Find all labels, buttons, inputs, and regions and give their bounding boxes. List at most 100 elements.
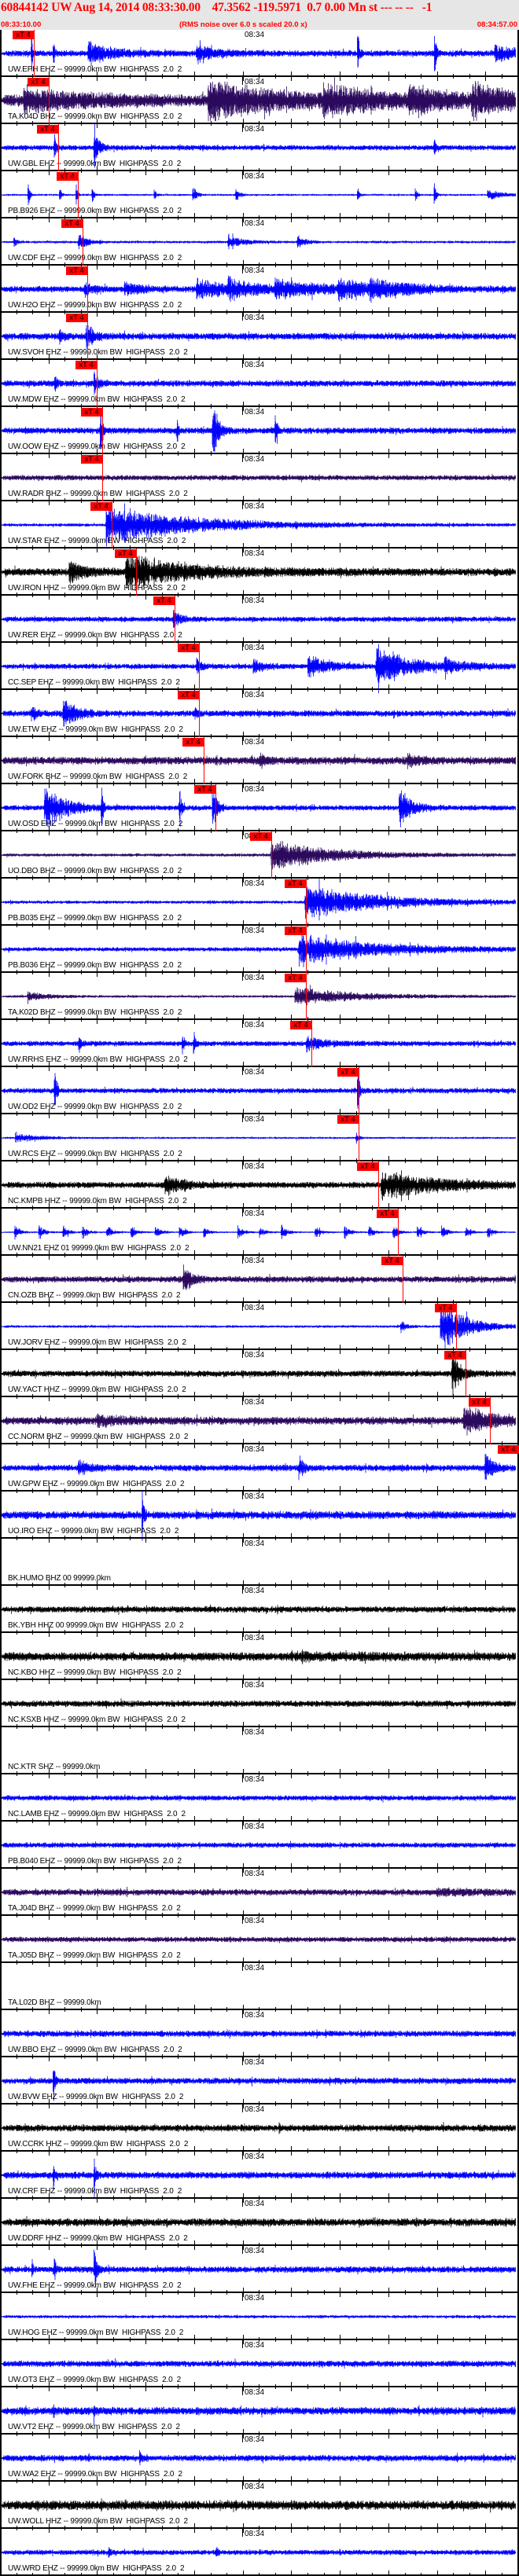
phase-pick-flag[interactable]: xT 4 [250,832,271,841]
station-label: UW.H2O EHZ -- 99999.0km BW HIGHPASS 2.0 … [8,301,182,310]
phase-pick-flag[interactable]: xT 4 [153,596,175,605]
start-time: 08:33:10.00 [1,20,42,29]
minute-label: 08:34 [245,1492,265,1501]
station-label: BK.HUMO BHZ 00 99999.0km [8,1574,111,1583]
phase-pick-line[interactable] [87,266,88,313]
station-label: PB.B036 EHZ -- 99999.0km BW HIGHPASS 2.0… [8,961,182,970]
trace-panel: 08:34 UW.MDW EHZ -- 99999.0km BW HIGHPASS… [0,360,519,415]
phase-pick-flag[interactable]: xT 4 [381,1257,403,1265]
phase-pick-line[interactable] [271,831,272,879]
phase-pick-line[interactable] [456,1303,457,1350]
waveform [1,183,516,205]
trace-panel: 08:34 BK.HUMO BHZ 00 99999.0km [0,1539,519,1594]
phase-pick-flag[interactable]: xT 4 [285,879,306,888]
phase-pick-flag[interactable]: xT 4 [469,1398,490,1407]
phase-pick-flag[interactable]: xT 4 [57,172,78,181]
station-label: UW.FORK BHZ -- 99999.0km BW HIGHPASS 2.0… [8,772,188,781]
phase-pick-flag[interactable]: xT 4 [66,314,87,322]
station-label: TA.K02D BHZ -- 99999.0km BW HIGHPASS 2.0… [8,1008,182,1017]
station-label: CC.NORM BHZ -- 99999.0km BW HIGHPASS 2.0… [8,1433,189,1441]
station-label: UW.HOG EHZ -- 99999.0km BW HIGHPASS 2.0 … [8,2328,184,2337]
waveform [1,700,516,727]
phase-pick-line[interactable] [490,1397,491,1444]
phase-pick-line[interactable] [306,879,307,926]
minute-label: 08:34 [245,2247,265,2255]
phase-pick-flag[interactable]: xT 4 [66,266,87,275]
station-label: TA.J04D BHZ -- 99999.0km BW HIGHPASS 2.0… [8,1904,181,1913]
station-label: UW.CCRK HHZ -- 99999.0km BW HIGHPASS 2.0… [8,2140,189,2149]
station-label: NC.LAMB EHZ -- 99999.0km BW HIGHPASS 2.0… [8,1810,186,1818]
phase-pick-line[interactable] [199,643,200,690]
phase-pick-flag[interactable]: xT 4 [498,1445,519,1454]
event-header: 60844142 UW Aug 14, 2014 08:33:30.00 47.… [0,0,519,30]
phase-pick-flag[interactable]: xT 4 [337,1068,359,1077]
phase-pick-flag[interactable]: xT 4 [337,1115,359,1124]
station-label: UW.JORV EHZ -- 99999.0km BW HIGHPASS 2.0… [8,1338,186,1347]
phase-pick-flag[interactable]: xT 4 [178,691,199,699]
station-label: CN.OZB BHZ -- 99999.0km BW HIGHPASS 2.0 … [8,1291,181,1300]
minute-label: 08:34 [245,644,265,652]
phase-pick-line[interactable] [97,360,98,407]
phase-pick-line[interactable] [136,549,137,596]
station-label: UW.DDRF HHZ -- 99999.0km BW HIGHPASS 2.0… [8,2234,188,2243]
phase-pick-line[interactable] [306,973,307,1020]
trace-panel: 08:34 UW.H2O EHZ -- 99999.0km BW HIGHPASS… [0,266,519,321]
station-label: UW.OD2 EHZ -- 99999.0km BW HIGHPASS 2.0 … [8,1103,182,1111]
phase-pick-flag[interactable]: xT 4 [75,361,97,369]
phase-pick-flag[interactable]: xT 4 [285,974,306,982]
trace-panel: 08:34 UW.BBO EHZ -- 99999.0km BW HIGHPASS… [0,2010,519,2065]
phase-pick-flag[interactable]: xT 4 [81,408,102,416]
minute-label: 08:34 [245,31,265,39]
phase-pick-flag[interactable]: xT 4 [81,455,102,464]
phase-pick-line[interactable] [78,171,79,218]
phase-pick-flag[interactable]: xT 4 [290,1021,311,1029]
phase-pick-flag[interactable]: xT 4 [178,644,199,652]
trace-panel: 08:34 UW.CDF EHZ -- 99999.0km BW HIGHPASS… [0,218,519,273]
trace-panel: 08:34 NC.LAMB EHZ -- 99999.0km BW HIGHPAS… [0,1774,519,1829]
phase-pick-flag[interactable]: xT 4 [90,502,112,511]
trace-panel: 08:34 PB.B035 EHZ -- 99999.0km BW HIGHPAS… [0,879,519,934]
phase-pick-line[interactable] [49,77,50,124]
phase-pick-line[interactable] [34,30,35,77]
phase-pick-line[interactable] [87,313,88,360]
phase-pick-flag[interactable]: xT 4 [435,1304,456,1312]
trace-panel: 08:34 UW.CCRK HHZ -- 99999.0km BW HIGHPAS… [0,2104,519,2160]
minute-label: 08:34 [245,691,265,699]
phase-pick-flag[interactable]: xT 4 [182,738,204,747]
phase-pick-flag[interactable]: xT 4 [28,78,49,86]
phase-pick-flag[interactable]: xT 4 [61,219,83,228]
minute-label: 08:34 [245,1728,265,1737]
phase-pick-line[interactable] [378,1161,379,1209]
phase-pick-line[interactable] [311,1020,312,1067]
phase-pick-flag[interactable]: xT 4 [285,927,306,935]
phase-pick-line[interactable] [102,454,103,501]
trace-panel: 08:34 UW.WOLL HHZ -- 99999.0km BW HIGHPAS… [0,2482,519,2537]
trace-panel: 08:34 PB.B040 EHZ -- 99999.0km BW HIGHPAS… [0,1822,519,1877]
end-time: 08:34:57.00 [477,20,517,29]
minute-label: 08:34 [245,1775,265,1784]
minute-label: 08:34 [245,974,265,982]
phase-pick-flag[interactable]: xT 4 [377,1209,398,1218]
waveform [1,1407,516,1436]
phase-pick-flag[interactable]: xT 4 [357,1162,378,1171]
phase-pick-flag[interactable]: xT 4 [194,785,215,794]
phase-pick-line[interactable] [215,784,216,831]
trace-panel: 08:34 UW.WRD EHZ -- 99999.0km BW HIGHPASS… [0,2529,519,2576]
phase-pick-line[interactable] [398,1209,399,1256]
station-label: UW.OOW EHZ -- 99999.0km BW HIGHPASS 2.0 … [8,442,186,451]
station-label: UW.STAR EHZ -- 99999.0km BW HIGHPASS 2.0… [8,537,186,545]
phase-pick-flag[interactable]: xT 4 [37,125,58,134]
trace-panel: 08:34 UW.CRF EHZ -- 99999.0km BW HIGHPASS… [0,2152,519,2207]
station-label: NC.KMPB HHZ -- 99999.0km BW HIGHPASS 2.0… [8,1197,187,1205]
trace-panel: 08:34 UW.JORV EHZ -- 99999.0km BW HIGHPAS… [0,1303,519,1358]
phase-pick-line[interactable] [58,124,59,171]
waveform [1,2314,516,2320]
minute-label: 08:34 [245,2200,265,2208]
phase-pick-line[interactable] [199,690,200,737]
phase-pick-line[interactable] [102,407,103,454]
phase-pick-line[interactable] [306,926,307,973]
phase-pick-flag[interactable]: xT 4 [115,549,136,558]
phase-pick-flag[interactable]: xT 4 [444,1351,466,1360]
minute-label: 08:34 [245,502,265,511]
phase-pick-flag[interactable]: xT 4 [13,31,34,39]
